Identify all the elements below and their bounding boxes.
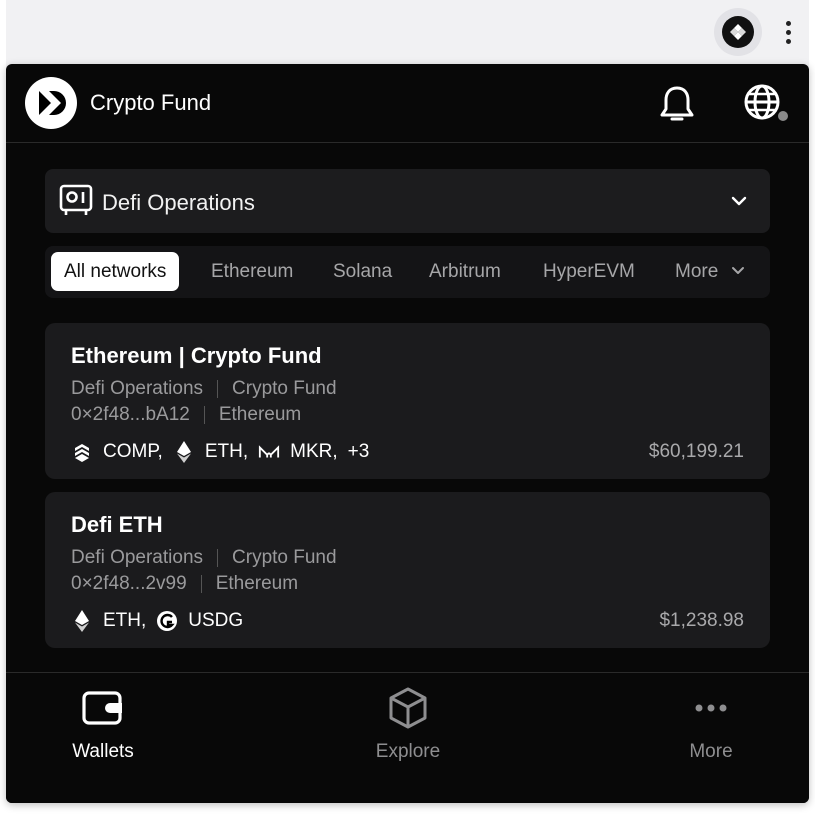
nav-wallets[interactable]: Wallets <box>6 673 203 803</box>
chevron-down-icon <box>731 267 744 274</box>
nav-more[interactable]: More <box>611 673 809 803</box>
wallet-name: Defi ETH <box>71 512 163 537</box>
wallet-card[interactable]: Ethereum | Crypto Fund Defi Operations C… <box>45 323 770 479</box>
tab-all-networks[interactable]: All networks <box>51 252 180 291</box>
bottom-navigation: Wallets Explore More <box>6 672 809 803</box>
chevron-down-icon <box>731 196 747 206</box>
tab-solana[interactable]: Solana <box>333 252 392 291</box>
token-symbol: USDG <box>188 610 244 631</box>
token-item: USDG <box>156 610 243 632</box>
wallet-card[interactable]: Defi ETH Defi Operations Crypto Fund 0×2… <box>45 492 770 648</box>
account-selector[interactable]: Defi Operations <box>45 169 770 233</box>
eth-token-icon <box>173 441 195 463</box>
wallet-meta-row: Defi Operations Crypto Fund <box>71 547 337 569</box>
wallet-address: 0×2f48...2v99 <box>71 573 187 594</box>
token-symbol: COMP, <box>103 441 163 462</box>
brand-name: Crypto Fund <box>90 90 212 115</box>
status-dot <box>776 109 790 123</box>
safe-vault-icon <box>59 184 93 215</box>
browser-toolbar <box>6 0 809 70</box>
tab-hyperevm[interactable]: HyperEVM <box>543 252 635 291</box>
app-header: Crypto Fund <box>6 64 809 143</box>
token-symbol: ETH, <box>204 441 249 462</box>
divider <box>217 549 219 567</box>
cube-icon <box>389 687 427 729</box>
token-list: COMP, ETH, MKR, +3 <box>71 441 379 463</box>
nav-label: Wallets <box>72 741 134 762</box>
more-networks-label: More <box>675 261 719 282</box>
wallet-address-row: 0×2f48...bA12 Ethereum <box>71 404 301 426</box>
wallet-entity: Crypto Fund <box>232 547 337 568</box>
divider <box>200 575 202 593</box>
token-symbol: MKR, <box>290 441 338 462</box>
wallet-balance: $1,238.98 <box>659 610 744 631</box>
wallet-address: 0×2f48...bA12 <box>71 404 190 425</box>
token-item: ETH, <box>173 441 248 463</box>
account-selector-label: Defi Operations <box>102 190 255 215</box>
wallet-account: Defi Operations <box>71 378 204 399</box>
wallet-extension-icon <box>722 16 754 48</box>
token-list: ETH, USDG <box>71 610 253 632</box>
extension-popup: Crypto Fund Defi Operations All networks… <box>6 64 809 803</box>
divider <box>217 380 219 398</box>
network-filter-bar: All networks Ethereum Solana Arbitrum Hy… <box>45 246 770 298</box>
eth-token-icon <box>71 610 93 632</box>
tab-arbitrum[interactable]: Arbitrum <box>429 252 501 291</box>
token-symbol: ETH, <box>103 610 147 631</box>
wallet-balance: $60,199.21 <box>648 441 744 462</box>
wallet-network: Ethereum <box>215 573 299 594</box>
tab-ethereum[interactable]: Ethereum <box>211 252 293 291</box>
wallet-address-row: 0×2f48...2v99 Ethereum <box>71 573 298 595</box>
wallet-extension-button[interactable] <box>714 8 762 56</box>
bell-icon[interactable] <box>656 84 698 126</box>
divider <box>203 406 205 424</box>
wallet-entity: Crypto Fund <box>232 378 337 399</box>
token-item: MKR, <box>258 441 338 463</box>
mkr-token-icon <box>258 441 280 463</box>
tab-more-networks[interactable]: More <box>675 252 746 291</box>
kebab-menu-icon[interactable] <box>772 16 804 48</box>
token-item: COMP, <box>71 441 163 463</box>
extra-tokens-count: +3 <box>347 441 370 462</box>
wallet-icon <box>82 691 122 725</box>
nav-label: Explore <box>375 741 441 762</box>
wallet-account: Defi Operations <box>71 547 204 568</box>
wallet-network: Ethereum <box>218 404 302 425</box>
comp-token-icon <box>71 441 93 463</box>
usdg-token-icon <box>156 610 178 632</box>
nav-explore[interactable]: Explore <box>308 673 508 803</box>
token-item: ETH, <box>71 610 146 632</box>
wallet-meta-row: Defi Operations Crypto Fund <box>71 378 337 400</box>
brand-logo-icon <box>25 77 77 129</box>
nav-label: More <box>689 741 733 762</box>
wallet-name: Ethereum | Crypto Fund <box>71 343 322 368</box>
more-dots-icon <box>695 704 727 712</box>
